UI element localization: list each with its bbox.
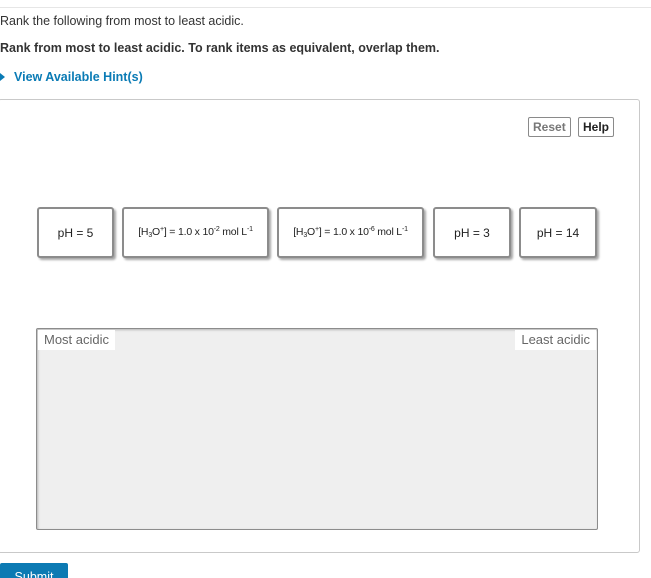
question-prompt: Rank the following from most to least ac… xyxy=(0,14,244,28)
rank-item-ph-14[interactable]: pH = 14 xyxy=(519,207,597,258)
view-hints-link[interactable]: View Available Hint(s) xyxy=(0,70,143,84)
rank-item-h3o-1e-6[interactable]: [H3O+] = 1.0 x 10-6 mol L-1 xyxy=(277,207,424,258)
rank-item-expression: [H3O+] = 1.0 x 10-6 mol L-1 xyxy=(293,226,408,239)
ranking-drop-zone[interactable]: Most acidic Least acidic xyxy=(36,328,598,530)
rank-item-label: pH = 3 xyxy=(454,225,490,240)
rank-item-label: pH = 5 xyxy=(57,225,94,240)
rank-item-ph-3[interactable]: pH = 3 xyxy=(433,207,511,258)
view-hints-label: View Available Hint(s) xyxy=(14,70,143,84)
reset-button[interactable]: Reset xyxy=(528,117,571,137)
rank-item-label: pH = 14 xyxy=(536,225,580,240)
most-acidic-label: Most acidic xyxy=(38,330,116,350)
caret-right-icon xyxy=(0,73,5,81)
submit-button[interactable]: Submit xyxy=(0,563,68,578)
least-acidic-label: Least acidic xyxy=(515,330,596,350)
rank-item-ph-5[interactable]: pH = 5 xyxy=(37,207,114,258)
top-divider xyxy=(0,7,651,8)
rank-item-expression: [H3O+] = 1.0 x 10-2 mol L-1 xyxy=(138,226,253,239)
question-instruction: Rank from most to least acidic. To rank … xyxy=(0,41,440,55)
rank-item-h3o-1e-2[interactable]: [H3O+] = 1.0 x 10-2 mol L-1 xyxy=(122,207,269,258)
help-button[interactable]: Help xyxy=(578,117,615,137)
